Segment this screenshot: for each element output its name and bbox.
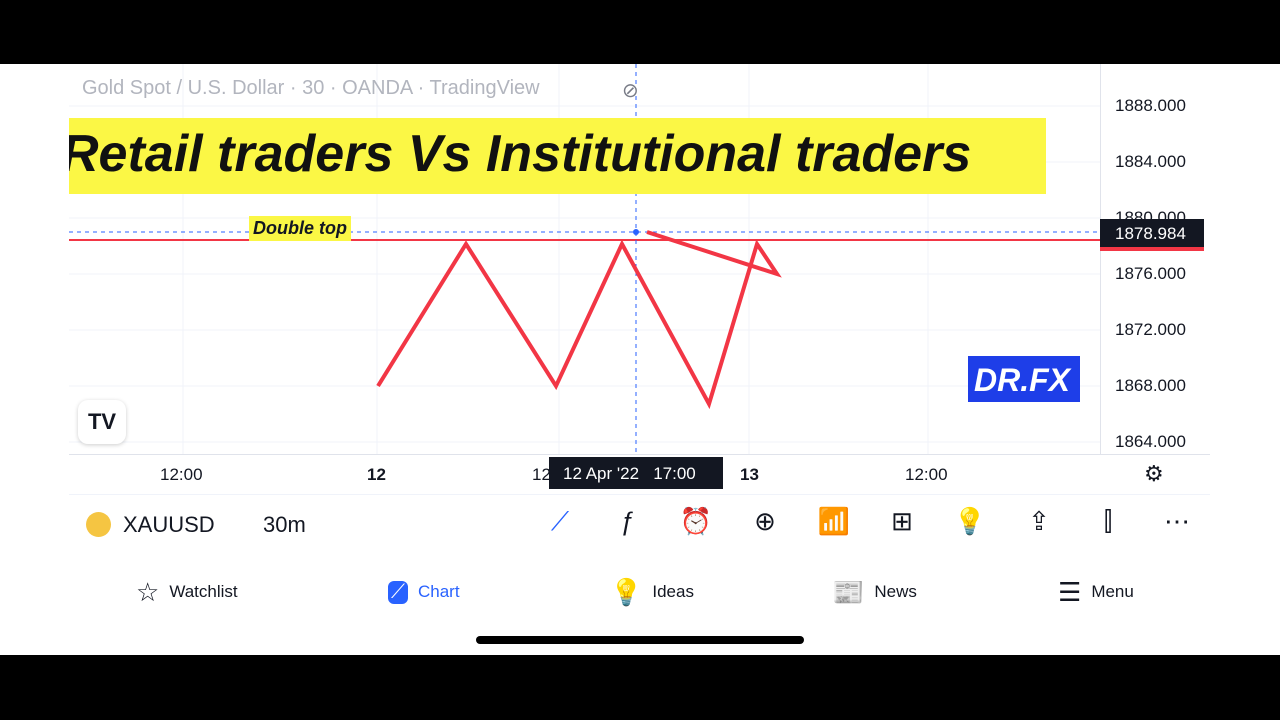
double-top-label: Double top — [249, 216, 351, 241]
zigzag-drawing — [376, 230, 782, 410]
current-price-tag: 1878.984 — [1100, 219, 1204, 251]
nav-ideas[interactable]: 💡 Ideas — [610, 574, 694, 610]
nav-menu[interactable]: ☰ Menu — [1058, 574, 1134, 610]
watermark: DR.FX — [968, 356, 1080, 402]
chart-legend: Gold Spot / U.S. Dollar · 30 · OANDA · T… — [82, 77, 540, 99]
menu-icon: ☰ — [1058, 576, 1082, 607]
chart-icon: ⟋ — [388, 580, 408, 604]
ideas-icon[interactable]: 💡 — [950, 506, 990, 544]
time-label: 12:00 — [160, 465, 203, 484]
price-label: 1888.000 — [1115, 96, 1186, 115]
interval-button[interactable]: 30m — [263, 512, 306, 538]
add-icon[interactable]: ⊕ — [745, 506, 785, 544]
price-label: 1884.000 — [1115, 152, 1186, 171]
price-label: 1876.000 — [1115, 264, 1186, 283]
settings-gear-icon[interactable]: ⚙ — [1144, 461, 1164, 487]
layout-icon[interactable]: ⊞ — [882, 506, 922, 544]
tradingview-logo[interactable]: TV — [78, 400, 126, 444]
price-label: 1864.000 — [1115, 432, 1186, 451]
title-banner: Retail traders Vs Institutional traders — [69, 118, 1046, 194]
candles-icon[interactable]: ⫿ — [1088, 506, 1128, 544]
nav-news[interactable]: 📰 News — [832, 574, 917, 610]
star-icon: ☆ — [136, 576, 160, 607]
home-indicator[interactable] — [476, 636, 804, 644]
nav-watchlist[interactable]: ☆ Watchlist — [136, 574, 238, 610]
price-label: 1868.000 — [1115, 376, 1186, 395]
trend-line-icon[interactable]: ⟋ — [540, 506, 580, 544]
nav-chart[interactable]: ⟋ Chart — [388, 574, 460, 610]
compare-icon[interactable]: 📶 — [814, 506, 854, 544]
gold-symbol-icon — [86, 512, 111, 537]
crosshair-time-tag: 12 Apr '22 17:00 — [549, 457, 723, 489]
alert-icon[interactable]: ⏰ — [676, 506, 716, 544]
lightbulb-icon: 💡 — [610, 576, 643, 607]
indicators-icon[interactable]: ƒ — [608, 506, 648, 544]
share-icon[interactable]: ⇪ — [1019, 506, 1059, 544]
time-label: 13 — [740, 465, 759, 484]
more-icon[interactable]: ⋯ — [1157, 506, 1197, 544]
time-label: 12 — [367, 465, 386, 484]
time-label: 12:00 — [905, 465, 948, 484]
news-icon: 📰 — [832, 576, 865, 607]
price-label: 1872.000 — [1115, 320, 1186, 339]
hide-eye-icon[interactable]: ⊘ — [622, 78, 639, 103]
symbol-button[interactable]: XAUUSD — [123, 512, 215, 538]
